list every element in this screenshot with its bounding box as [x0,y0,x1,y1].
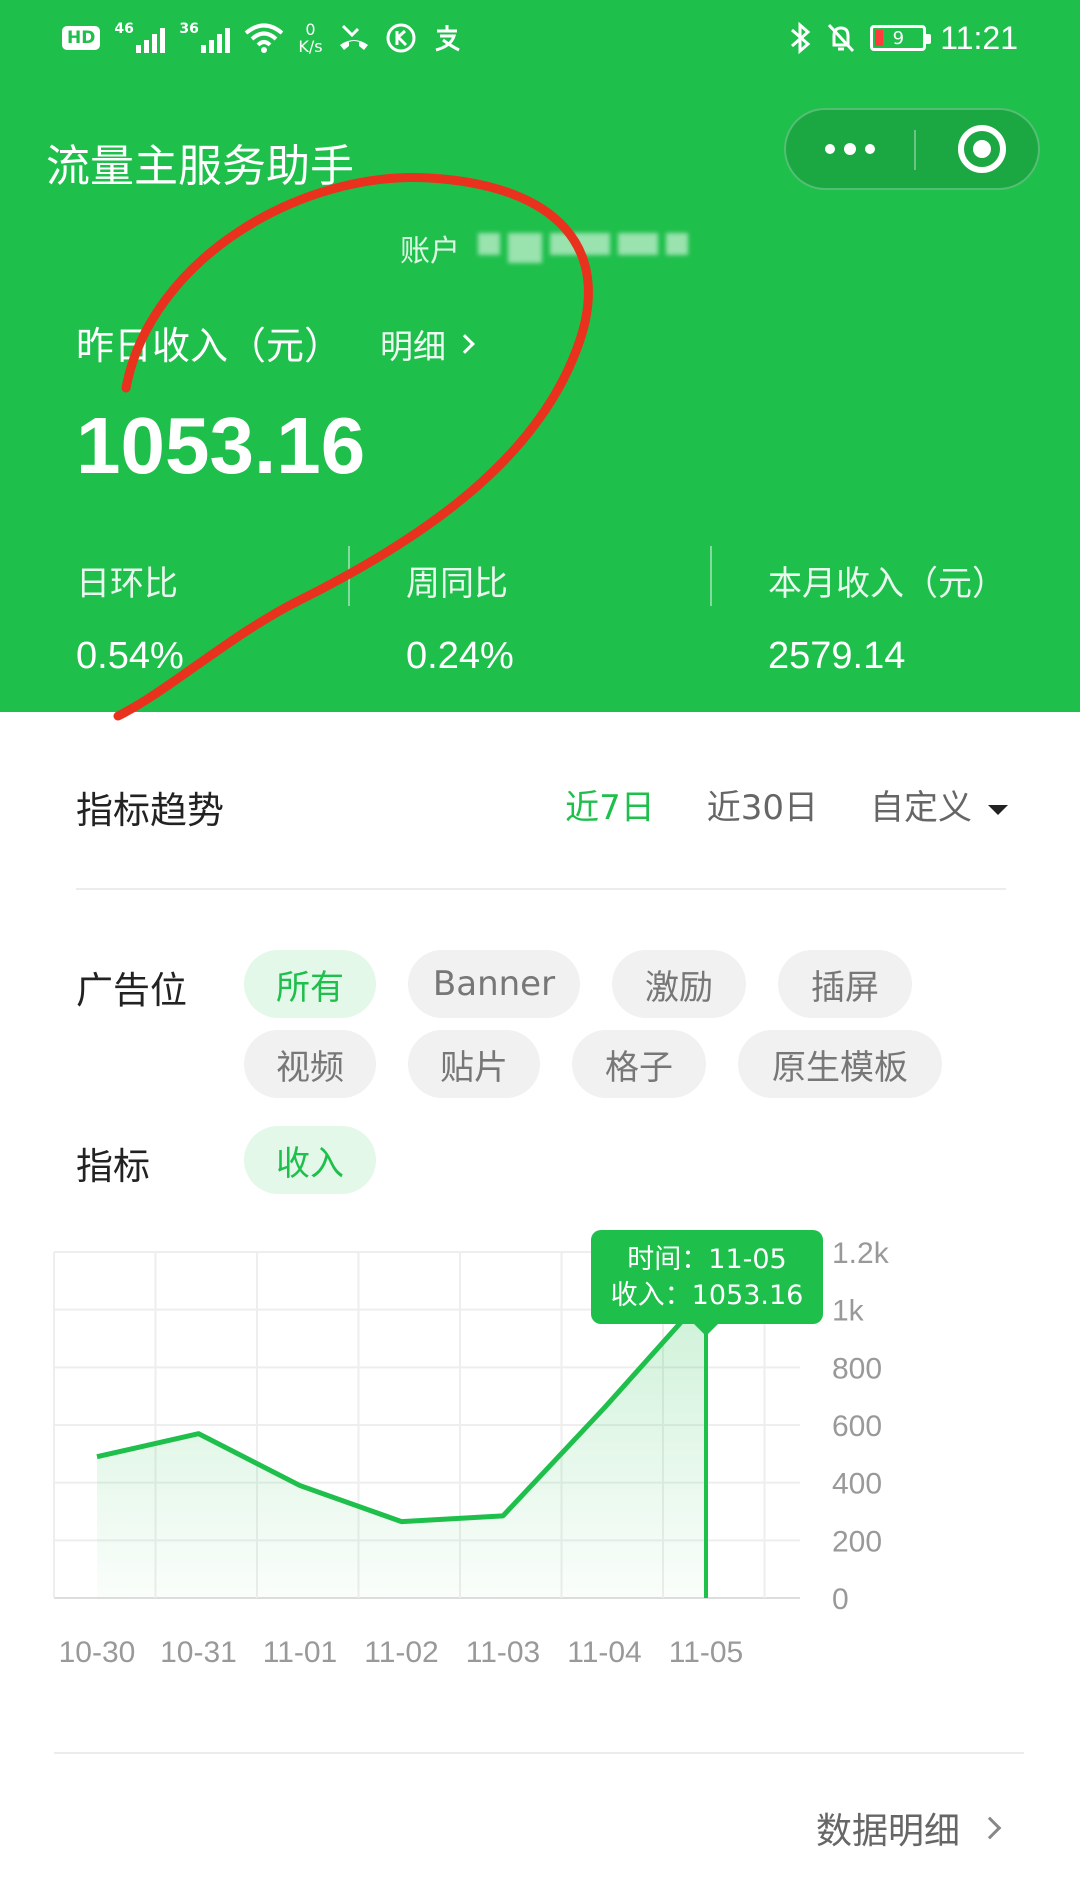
kpi-divider [348,546,350,606]
tab-custom-label: 自定义 [870,788,972,828]
trend-section-title: 指标趋势 [76,789,224,832]
kpi-label: 本月收入（元） [768,564,1006,604]
chip-ad-slot-interstitial[interactable]: 插屏 [778,950,912,1018]
range-tabs: 近7日 近30日 自定义 [565,780,1008,829]
tooltip-time: 时间：11-05 [627,1244,786,1275]
chip-ad-slot-rewarded[interactable]: 激励 [612,950,746,1018]
income-detail-label: 明细 [380,327,446,366]
tab-custom-range[interactable]: 自定义 [870,780,1008,829]
bluetooth-icon [791,21,811,55]
metric-label: 指标 [76,1145,150,1188]
yesterday-income-value: 1053.16 [76,401,366,490]
section-divider [76,888,1006,890]
y-tick-label: 800 [832,1352,882,1385]
signal-icon: 46 [114,21,166,53]
clock: 11:21 [940,19,1018,56]
data-detail-link[interactable]: 数据明细 [815,1802,1002,1854]
income-trend-chart[interactable]: 0 200 400 600 800 1k 1.2k 10-30 10-31 11-01 11-02 1… [40,1230,1050,1700]
y-tick-label: 200 [832,1525,882,1558]
x-tick-label: 11-01 [263,1636,338,1669]
x-tick-label: 10-31 [160,1636,237,1669]
y-tick-label: 1k [832,1295,865,1328]
blurred-account-id [478,233,688,263]
chevron-right-icon [978,1816,1002,1840]
network-type-label: 36 [179,21,199,37]
x-tick-label: 11-04 [567,1636,642,1669]
chip-ad-slot-banner[interactable]: Banner [408,950,580,1018]
k-app-icon [386,23,416,53]
kpi-week-over-week: 周同比 0.24% [406,556,514,678]
x-tick-label: 11-05 [669,1636,744,1669]
series-area [97,1294,706,1598]
y-tick-label: 400 [832,1468,882,1501]
battery-icon: 9 [870,25,932,51]
mute-bell-icon [828,23,855,53]
kpi-month-income: 本月收入（元） 2579.14 [768,556,1006,678]
income-detail-link[interactable]: 明细 [380,320,475,368]
chip-ad-slot-native-template[interactable]: 原生模板 [738,1030,942,1098]
y-tick-label: 0 [832,1583,849,1616]
kpi-day-over-day: 日环比 0.54% [76,556,184,678]
net-speed: 0 K/s [298,21,322,55]
battery-level: 9 [892,27,905,49]
account-label: 账户 [400,234,460,269]
kpi-value: 2579.14 [768,635,906,677]
alipay-icon [435,25,460,52]
y-tick-label: 600 [832,1410,882,1443]
y-tick-label: 1.2k [832,1237,890,1270]
missed-call-icon [339,24,368,50]
kpi-value: 0.24% [406,635,514,677]
x-tick-label: 11-02 [364,1636,439,1669]
kpi-divider [710,546,712,606]
tab-7-days[interactable]: 近7日 [565,780,655,829]
more-menu-button[interactable] [786,110,914,188]
x-tick-label: 10-30 [59,1636,136,1669]
data-detail-label: 数据明细 [815,1811,960,1852]
wifi-icon [245,23,284,53]
chip-ad-slot-grid[interactable]: 格子 [572,1030,706,1098]
close-target-icon[interactable] [958,125,1006,173]
chip-ad-slot-patch[interactable]: 贴片 [408,1030,540,1098]
income-header: HD 46 36 0 K/s 9 11:21 流量主服务助手 账户 昨日收入（元… [0,0,1080,712]
kpi-value: 0.54% [76,635,184,677]
status-bar: HD 46 36 0 K/s 9 11:21 [0,0,1080,76]
hd-badge: HD [62,26,101,50]
kpi-label: 日环比 [76,564,178,604]
x-tick-label: 11-03 [466,1636,541,1669]
ad-slot-label: 广告位 [76,969,187,1012]
kpi-label: 周同比 [406,564,508,604]
chip-ad-slot-video[interactable]: 视频 [244,1030,376,1098]
tooltip-income: 收入：1053.16 [611,1280,804,1311]
app-title: 流量主服务助手 [46,141,354,192]
net-speed-unit: K/s [298,37,323,56]
chart-divider [54,1752,1024,1754]
chevron-right-icon [455,334,475,354]
chip-ad-slot-all[interactable]: 所有 [244,950,376,1018]
tab-30-days[interactable]: 近30日 [707,780,818,829]
account-info: 账户 [400,226,688,270]
caret-down-icon [988,804,1008,815]
chip-metric-income[interactable]: 收入 [244,1126,376,1194]
yesterday-income-label: 昨日收入（元） [76,324,343,368]
mini-program-capsule [784,108,1040,190]
signal-icon: 36 [179,21,231,53]
network-type-label: 46 [114,21,134,37]
